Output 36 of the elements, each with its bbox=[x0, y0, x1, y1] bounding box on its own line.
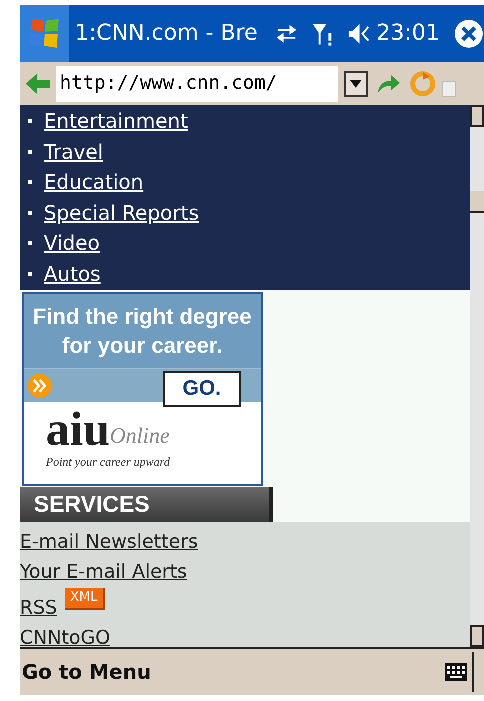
bullet-icon bbox=[28, 180, 32, 184]
service-link[interactable]: E-mail Newsletters bbox=[20, 530, 198, 554]
nav-link[interactable]: Autos bbox=[44, 258, 101, 289]
service-link[interactable]: CNNtoGO bbox=[20, 626, 110, 650]
go-button[interactable]: GO. bbox=[163, 370, 241, 406]
close-icon[interactable] bbox=[454, 18, 484, 48]
bullet-icon bbox=[28, 150, 32, 154]
nav-link[interactable]: Travel bbox=[44, 136, 104, 167]
nav-link[interactable]: Video bbox=[44, 228, 100, 258]
window-title: 1:CNN.com - Bre bbox=[75, 20, 258, 48]
nav-link[interactable]: Entertainment bbox=[44, 106, 188, 136]
bullet-icon bbox=[28, 272, 32, 276]
service-link[interactable]: RSS bbox=[20, 596, 58, 620]
clock-time[interactable]: 23:01 bbox=[376, 17, 440, 50]
bullet-icon bbox=[28, 241, 32, 246]
start-button[interactable] bbox=[20, 5, 70, 62]
ad-headline: Find the right degree for your career. bbox=[32, 303, 253, 360]
logo-suffix: Online bbox=[110, 422, 170, 450]
nav-link[interactable]: Education bbox=[44, 167, 144, 198]
keyboard-icon[interactable] bbox=[444, 662, 468, 682]
ad-banner[interactable]: Find the right degree for your career. GO. aiuOnline Point your career upward bbox=[22, 292, 263, 486]
caret-icon bbox=[350, 80, 362, 88]
logo-text: aiu bbox=[46, 406, 110, 454]
url-dropdown-button[interactable] bbox=[344, 70, 368, 96]
tagline: Point your career upward bbox=[46, 454, 170, 470]
service-link[interactable]: Your E-mail Alerts bbox=[20, 560, 188, 584]
scroll-down-button[interactable] bbox=[470, 625, 484, 647]
nav-link[interactable]: Special Reports bbox=[44, 198, 200, 228]
bullet-icon bbox=[28, 210, 32, 215]
bullet-icon bbox=[28, 119, 32, 124]
scroll-thumb[interactable] bbox=[470, 191, 484, 213]
url-field[interactable]: http://www.cnn.com/ bbox=[56, 66, 338, 102]
menu-softkey[interactable]: Go to Menu bbox=[22, 657, 152, 687]
double-chevron-icon bbox=[28, 374, 52, 398]
section-title: SERVICES bbox=[34, 490, 150, 519]
scroll-up-button[interactable] bbox=[470, 105, 484, 127]
